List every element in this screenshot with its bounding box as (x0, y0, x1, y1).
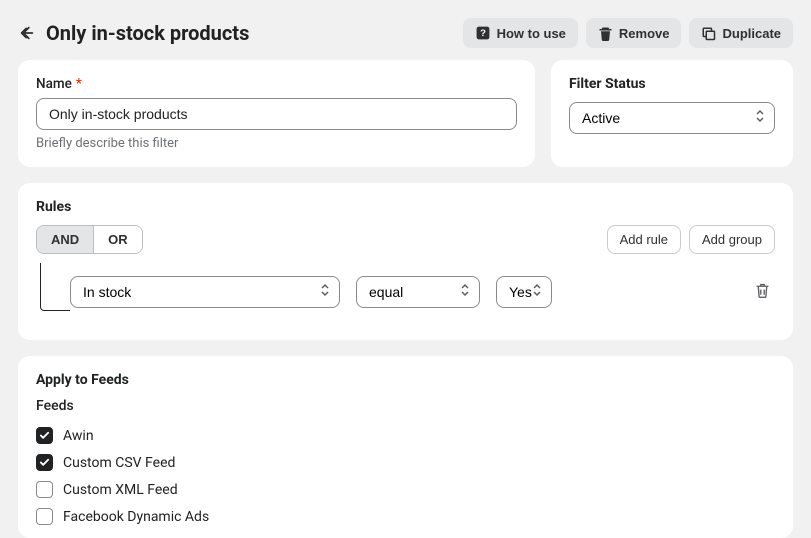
feed-name: Custom XML Feed (63, 482, 178, 498)
duplicate-button[interactable]: Duplicate (689, 18, 793, 48)
trash-icon (754, 287, 771, 302)
required-asterisk: * (76, 76, 82, 92)
feed-name: Awin (63, 428, 94, 444)
filter-status-heading: Filter Status (569, 76, 775, 92)
feed-checkbox-custom-xml[interactable] (36, 481, 53, 498)
trash-icon (598, 26, 613, 41)
header-actions: ? How to use Remove Duplicate (463, 18, 793, 48)
feed-checkbox-awin[interactable] (36, 427, 53, 444)
question-icon: ? (475, 25, 491, 41)
duplicate-label: Duplicate (722, 26, 781, 41)
logic-toggle: AND OR (36, 225, 143, 254)
rule-operator-select[interactable]: equal (356, 276, 480, 308)
feed-row: Custom XML Feed (36, 476, 775, 503)
filter-status-card: Filter Status Active (551, 60, 793, 167)
rule-connector (40, 263, 70, 311)
how-to-use-label: How to use (497, 26, 566, 41)
feeds-label: Feeds (36, 398, 775, 414)
filter-status-select[interactable]: Active (569, 102, 775, 134)
apply-heading: Apply to Feeds (36, 372, 775, 388)
rules-heading: Rules (36, 199, 775, 215)
page-title: Only in-stock products (46, 21, 249, 45)
duplicate-icon (701, 26, 716, 41)
rule-value-select[interactable]: Yes (496, 276, 552, 308)
feed-row: Facebook Dynamic Ads (36, 503, 775, 530)
page-header: Only in-stock products ? How to use Remo… (18, 14, 793, 60)
rule-row: In stock equal Yes (70, 276, 775, 308)
feed-name: Custom CSV Feed (63, 455, 175, 471)
feed-checkbox-custom-csv[interactable] (36, 454, 53, 471)
rule-field-select[interactable]: In stock (70, 276, 340, 308)
name-card: Name * Briefly describe this filter (18, 60, 535, 167)
remove-button[interactable]: Remove (586, 18, 682, 48)
feed-row: Custom CSV Feed (36, 449, 775, 476)
svg-text:?: ? (480, 28, 486, 39)
and-toggle[interactable]: AND (37, 226, 93, 253)
how-to-use-button[interactable]: ? How to use (463, 18, 578, 48)
rule-operator-value: equal (369, 284, 403, 300)
add-rule-button[interactable]: Add rule (607, 225, 681, 254)
feed-checkbox-facebook[interactable] (36, 508, 53, 525)
add-group-button[interactable]: Add group (689, 225, 775, 254)
name-help-text: Briefly describe this filter (36, 136, 517, 151)
rule-field-value: In stock (83, 284, 131, 300)
feed-row: Awin (36, 422, 775, 449)
or-toggle[interactable]: OR (93, 226, 142, 253)
rules-card: Rules AND OR Add rule Add group In stock (18, 183, 793, 340)
delete-rule-button[interactable] (750, 278, 775, 306)
rule-value-value: Yes (509, 284, 532, 300)
name-label: Name (36, 76, 72, 92)
filter-status-value: Active (582, 110, 620, 126)
name-input[interactable] (36, 98, 517, 130)
feed-name: Facebook Dynamic Ads (63, 509, 209, 525)
back-arrow-icon[interactable] (18, 24, 36, 42)
apply-to-feeds-card: Apply to Feeds Feeds Awin Custom CSV Fee… (18, 356, 793, 538)
remove-label: Remove (619, 26, 670, 41)
